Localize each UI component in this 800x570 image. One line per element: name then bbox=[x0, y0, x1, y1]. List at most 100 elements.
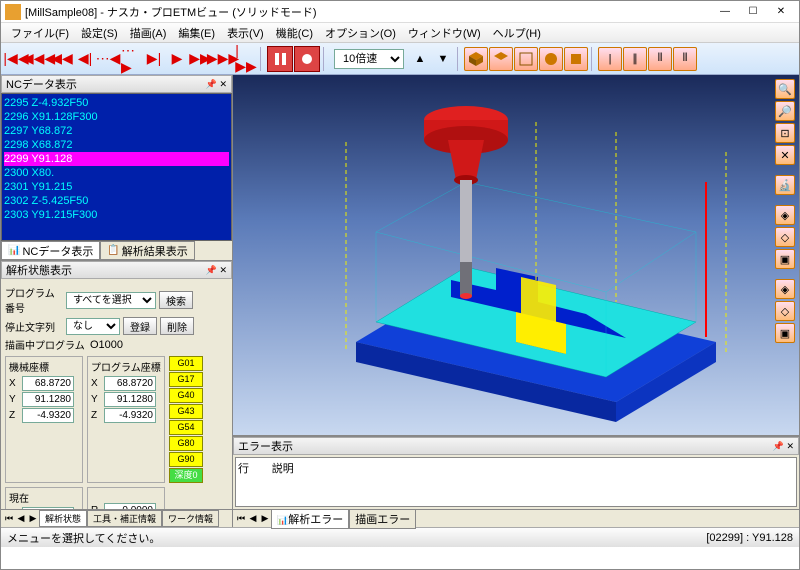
menu-edit[interactable]: 編集(E) bbox=[172, 23, 221, 43]
delete-button[interactable]: 削除 bbox=[160, 317, 194, 335]
gcode[interactable]: G43 bbox=[169, 404, 203, 419]
prog-select[interactable]: すべてを選択 bbox=[66, 292, 156, 309]
record-button[interactable] bbox=[294, 46, 320, 72]
maximize-button[interactable]: ☐ bbox=[739, 2, 767, 22]
menu-window[interactable]: ウィンドウ(W) bbox=[402, 23, 487, 43]
3d-viewport[interactable]: 🔍 🔎 ⊡ ✕ 🔬 ◈ ◇ ▣ ◈ ◇ ▣ bbox=[233, 75, 799, 435]
nc-line-current[interactable]: 2299 Y91.128 bbox=[4, 152, 229, 166]
speed-down-icon[interactable]: ▼ bbox=[432, 47, 454, 71]
faster-button[interactable]: ▶▶▶ bbox=[212, 47, 234, 71]
play-button[interactable]: ▶ bbox=[166, 47, 188, 71]
pin-icon[interactable]: 📌 ✕ bbox=[206, 265, 227, 276]
nc-data-list[interactable]: 2295 Z-4.932F50 2296 X91.128F300 2297 Y6… bbox=[1, 93, 232, 241]
speed-select[interactable]: 10倍速 bbox=[334, 49, 404, 69]
py-input[interactable] bbox=[104, 392, 156, 407]
gcode[interactable]: G40 bbox=[169, 388, 203, 403]
error-list[interactable]: 行 説明 bbox=[235, 457, 797, 507]
speed-up-icon[interactable]: ▲ bbox=[409, 47, 431, 71]
tab-draw-error[interactable]: 描画エラー bbox=[349, 509, 416, 529]
program-coord-label: プログラム座標 bbox=[91, 359, 161, 374]
tab-work-info[interactable]: ワーク情報 bbox=[162, 510, 219, 527]
err-tab-nav-next[interactable]: ▶ bbox=[259, 513, 271, 524]
view-mode-2[interactable] bbox=[489, 47, 513, 71]
tool-2[interactable]: ∥ bbox=[623, 47, 647, 71]
pz-input[interactable] bbox=[104, 408, 156, 423]
gcode[interactable]: G17 bbox=[169, 372, 203, 387]
tab-nc-data[interactable]: 📊NCデータ表示 bbox=[1, 241, 100, 260]
next-button[interactable]: ⋯▶ bbox=[120, 47, 142, 71]
view-mode-5[interactable] bbox=[564, 47, 588, 71]
nc-line[interactable]: 2303 Y91.215F300 bbox=[4, 208, 229, 222]
microscope-icon[interactable]: 🔬 bbox=[775, 175, 795, 195]
mz-input[interactable] bbox=[22, 408, 74, 423]
tab-nav-first[interactable]: ⏮ bbox=[3, 513, 15, 524]
machine-coord-label: 機械座標 bbox=[9, 359, 79, 374]
pin-icon[interactable]: 📌 ✕ bbox=[773, 441, 794, 452]
zoom-fit-icon[interactable]: ⊡ bbox=[775, 123, 795, 143]
nc-line[interactable]: 2301 Y91.215 bbox=[4, 180, 229, 194]
gcode[interactable]: G90 bbox=[169, 452, 203, 467]
view-back-icon[interactable]: ◈ bbox=[775, 279, 795, 299]
nc-line[interactable]: 2296 X91.128F300 bbox=[4, 110, 229, 124]
tab-analysis-error[interactable]: 📊解析エラー bbox=[271, 509, 349, 529]
stop-select[interactable]: なし bbox=[66, 318, 120, 335]
window-title: [MillSample08] - ナスカ・プロETMビュー (ソリッドモード) bbox=[25, 4, 711, 20]
view-mode-3[interactable] bbox=[514, 47, 538, 71]
err-tab-nav-prev[interactable]: ◀ bbox=[247, 513, 259, 524]
ffwd-button[interactable]: |▶▶ bbox=[235, 47, 257, 71]
3d-model bbox=[286, 102, 746, 435]
step-fwd-button[interactable]: ▶| bbox=[143, 47, 165, 71]
gcode[interactable]: G80 bbox=[169, 436, 203, 451]
view-right-icon[interactable]: ▣ bbox=[775, 323, 795, 343]
view-mode-4[interactable] bbox=[539, 47, 563, 71]
zoom-in-icon[interactable]: 🔍 bbox=[775, 79, 795, 99]
tab-nav-prev[interactable]: ◀ bbox=[15, 513, 27, 524]
tab-nav-next[interactable]: ▶ bbox=[27, 513, 39, 524]
gcode[interactable]: G54 bbox=[169, 420, 203, 435]
rewind-fast-button[interactable]: ▶▶▶ bbox=[28, 47, 50, 71]
menu-help[interactable]: ヘルプ(H) bbox=[487, 23, 547, 43]
minimize-button[interactable]: — bbox=[711, 2, 739, 22]
px-input[interactable] bbox=[104, 376, 156, 391]
gcode[interactable]: G01 bbox=[169, 356, 203, 371]
app-icon bbox=[5, 4, 21, 20]
menu-draw[interactable]: 描画(A) bbox=[124, 23, 173, 43]
prog-label: プログラム番号 bbox=[5, 285, 63, 315]
view-iso-icon[interactable]: ◈ bbox=[775, 205, 795, 225]
tab-tool-info[interactable]: 工具・補正情報 bbox=[87, 510, 162, 527]
menu-settings[interactable]: 設定(S) bbox=[75, 23, 124, 43]
tab-analysis-result[interactable]: 📋解析結果表示 bbox=[100, 241, 194, 260]
tool-1[interactable]: | bbox=[598, 47, 622, 71]
err-tab-nav-first[interactable]: ⏮ bbox=[235, 513, 247, 524]
depth-indicator[interactable]: 深度0 bbox=[169, 468, 203, 483]
view-mode-1[interactable] bbox=[464, 47, 488, 71]
nc-line[interactable]: 2302 Z-5.425F50 bbox=[4, 194, 229, 208]
nc-line[interactable]: 2295 Z-4.932F50 bbox=[4, 96, 229, 110]
zoom-out-icon[interactable]: 🔎 bbox=[775, 101, 795, 121]
nc-line[interactable]: 2297 Y68.872 bbox=[4, 124, 229, 138]
tool-4[interactable]: ⦀ bbox=[673, 47, 697, 71]
close-button[interactable]: ✕ bbox=[767, 2, 795, 22]
prev-button[interactable]: ▶⋯ bbox=[97, 47, 119, 71]
pin-icon[interactable]: 📌 ✕ bbox=[206, 79, 227, 90]
mx-input[interactable] bbox=[22, 376, 74, 391]
my-input[interactable] bbox=[22, 392, 74, 407]
search-button[interactable]: 検索 bbox=[159, 291, 193, 309]
tool-3[interactable]: ⦀ bbox=[648, 47, 672, 71]
zoom-x-icon[interactable]: ✕ bbox=[775, 145, 795, 165]
menu-file[interactable]: ファイル(F) bbox=[5, 23, 75, 43]
axis-x: X bbox=[9, 378, 19, 389]
tab-analysis-state[interactable]: 解析状態 bbox=[39, 510, 87, 527]
view-front-icon[interactable]: ▣ bbox=[775, 249, 795, 269]
view-top-icon[interactable]: ◇ bbox=[775, 227, 795, 247]
rewind-button[interactable]: ▶▶ bbox=[51, 47, 73, 71]
nc-line[interactable]: 2300 X80. bbox=[4, 166, 229, 180]
nc-line[interactable]: 2298 X68.872 bbox=[4, 138, 229, 152]
pause-button[interactable] bbox=[267, 46, 293, 72]
view-left-icon[interactable]: ◇ bbox=[775, 301, 795, 321]
register-button[interactable]: 登録 bbox=[123, 317, 157, 335]
menu-view[interactable]: 表示(V) bbox=[221, 23, 270, 43]
menu-option[interactable]: オプション(O) bbox=[319, 23, 402, 43]
step-back-button[interactable]: |▶ bbox=[74, 47, 96, 71]
menu-func[interactable]: 機能(C) bbox=[270, 23, 319, 43]
